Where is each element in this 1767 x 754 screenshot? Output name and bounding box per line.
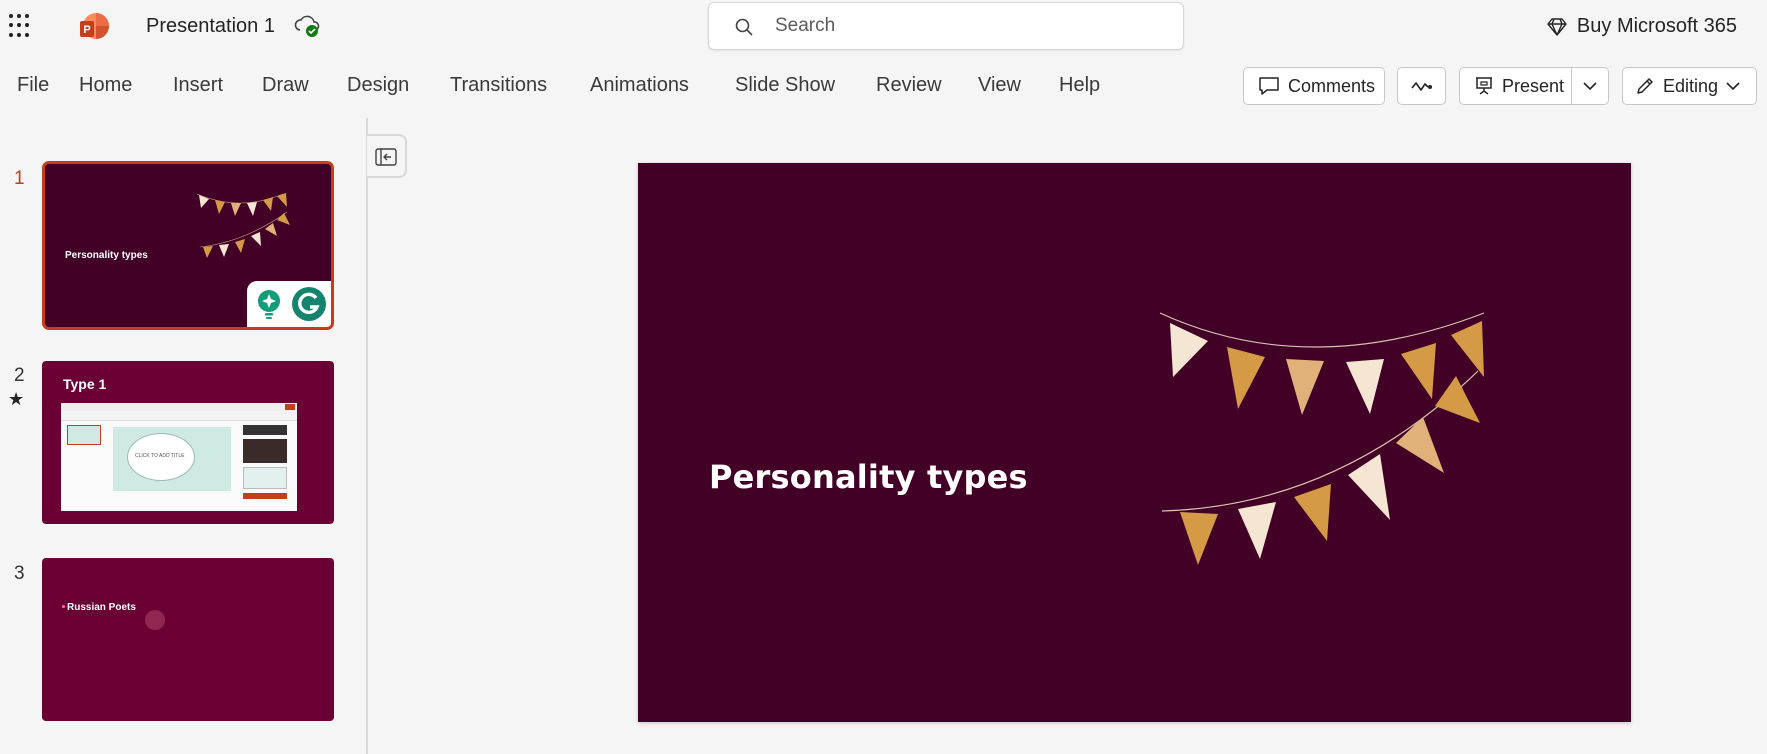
diamond-icon — [1547, 17, 1567, 36]
search-icon — [735, 18, 753, 36]
tab-help[interactable]: Help — [1059, 74, 1100, 97]
slide-thumbnail-2[interactable]: Type 1 CLICK TO ADD TITLE — [42, 361, 334, 524]
collapse-panel-icon — [375, 148, 397, 166]
tab-slide-show[interactable]: Slide Show — [735, 74, 835, 97]
logo-letter: P — [83, 24, 90, 36]
embedded-screenshot: CLICK TO ADD TITLE — [61, 403, 297, 511]
cursor-highlight — [145, 610, 165, 630]
editing-mode-button[interactable]: Editing — [1622, 67, 1757, 105]
addin-badges — [247, 281, 331, 327]
thumb-title: Russian Poets — [67, 602, 136, 613]
slide-number: 1 — [14, 168, 25, 189]
present-icon — [1476, 77, 1492, 95]
present-button[interactable]: Present — [1459, 67, 1572, 105]
bullet — [62, 605, 65, 608]
catch-up-button[interactable] — [1397, 67, 1446, 105]
designer-icon[interactable] — [256, 289, 282, 321]
document-title[interactable]: Presentation 1 — [146, 15, 275, 38]
tab-view[interactable]: View — [978, 74, 1021, 97]
bunting-decoration — [196, 193, 290, 258]
slide-canvas[interactable]: Personality types — [638, 163, 1631, 722]
slide-number: 2 — [14, 365, 25, 386]
pencil-icon — [1637, 78, 1653, 94]
tab-review[interactable]: Review — [876, 74, 942, 97]
chevron-down-icon — [1726, 81, 1740, 90]
slide-thumbnail-1[interactable]: Personality types — [42, 161, 334, 330]
animation-star-icon: ★ — [8, 389, 25, 409]
buy-label: Buy Microsoft 365 — [1576, 15, 1737, 37]
present-options-dropdown[interactable] — [1571, 67, 1609, 105]
editing-label: Editing — [1663, 75, 1719, 96]
slide-thumbnail-3[interactable]: Russian Poets — [42, 558, 334, 721]
present-label: Present — [1502, 75, 1565, 96]
tab-insert[interactable]: Insert — [173, 74, 223, 97]
app-launcher-icon[interactable] — [9, 14, 33, 38]
comments-button[interactable]: Comments — [1243, 67, 1385, 105]
search-box[interactable] — [708, 2, 1184, 50]
title-bar: P Presentation 1 Buy Microsoft 365 — [0, 0, 1767, 54]
comment-icon — [1259, 77, 1279, 95]
slide-number: 3 — [14, 563, 25, 584]
collapse-pane-button[interactable] — [367, 134, 407, 178]
tab-transitions[interactable]: Transitions — [450, 74, 547, 97]
tab-home[interactable]: Home — [79, 74, 132, 97]
grammarly-icon[interactable] — [291, 286, 327, 322]
search-input[interactable] — [775, 13, 1155, 39]
bunting-decoration — [1159, 312, 1485, 565]
thumb-title: Type 1 — [63, 376, 107, 392]
activity-icon — [1410, 82, 1432, 91]
buy-microsoft-365-button[interactable]: Buy Microsoft 365 — [1547, 15, 1737, 38]
tab-draw[interactable]: Draw — [262, 74, 309, 97]
cloud-saved-icon[interactable] — [293, 13, 321, 39]
slide-title[interactable]: Personality types — [709, 458, 1028, 496]
thumb-title: Personality types — [65, 250, 148, 261]
comments-label: Comments — [1288, 75, 1376, 96]
tab-animations[interactable]: Animations — [590, 74, 689, 97]
chevron-down-icon — [1583, 81, 1597, 90]
pane-divider[interactable] — [366, 118, 368, 754]
tab-design[interactable]: Design — [347, 74, 409, 97]
powerpoint-logo-icon[interactable]: P — [78, 11, 110, 43]
embedded-title-text: CLICK TO ADD TITLE — [135, 453, 185, 459]
tab-file[interactable]: File — [17, 74, 49, 97]
